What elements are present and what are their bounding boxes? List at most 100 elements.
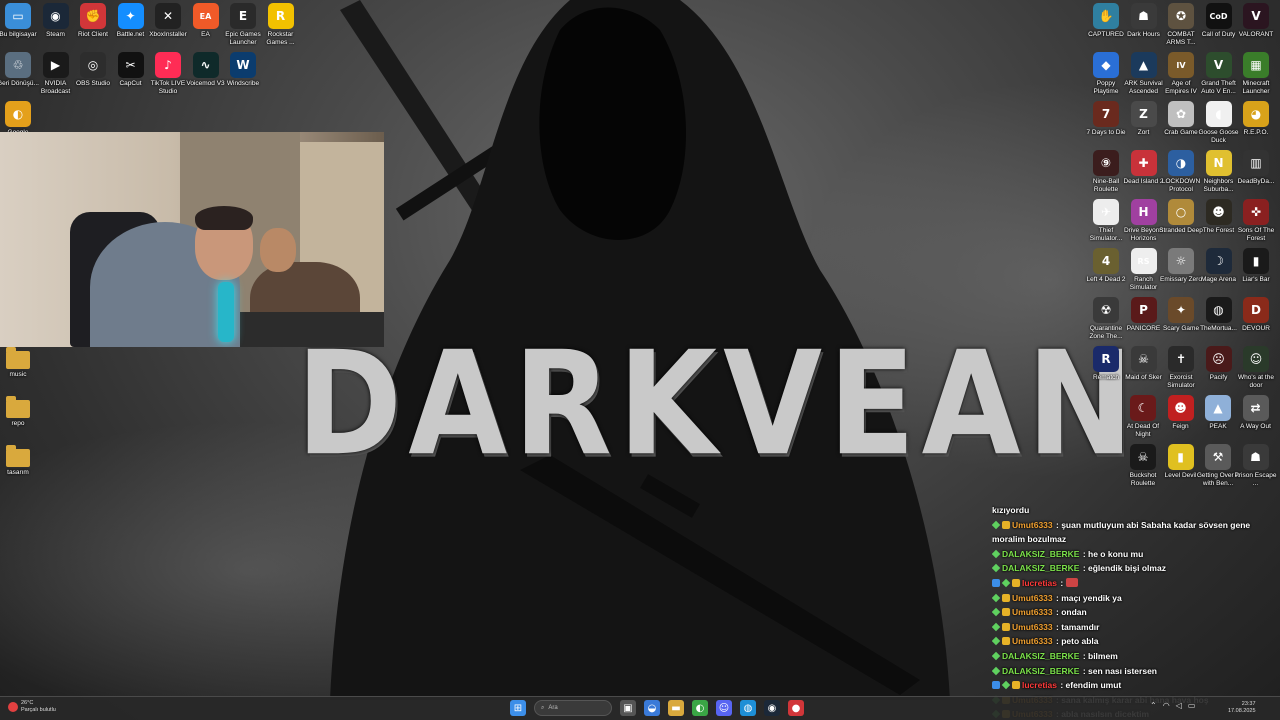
chat-text: kızıyordu: [992, 505, 1030, 515]
webcam-overlay: [0, 132, 384, 347]
desktop-shortcut-windscribe[interactable]: W Windscribe: [221, 52, 265, 88]
chat-username[interactable]: DALAKSIZ_BERKE: [1002, 549, 1079, 559]
webcam-microphone: [218, 282, 234, 342]
peak-icon: ▲: [1205, 395, 1231, 421]
shortcut-label: tasarım: [7, 469, 29, 476]
rockstar-icon: R: [267, 3, 294, 29]
chat-badge-green-icon: [992, 637, 1001, 646]
desktop-shortcut-valorant[interactable]: V VALORANT: [1234, 3, 1278, 39]
desktop-shortcut-folder[interactable]: music: [0, 347, 40, 379]
chat-message: kızıyordu: [992, 503, 1280, 518]
shortcut-label: Windscribe: [226, 80, 260, 87]
stranded-icon: ○: [1168, 199, 1194, 225]
chat-message: lucretias : efendim umut: [992, 678, 1280, 693]
widgets-button[interactable]: ◒: [644, 700, 660, 716]
chat-username[interactable]: lucretias: [1022, 578, 1057, 588]
whos-door-icon: ☺: [1243, 346, 1269, 372]
shortcut-label: VALORANT: [1238, 31, 1274, 38]
desktop-shortcut-way-out[interactable]: ⇄ A Way Out: [1234, 395, 1278, 431]
desktop-shortcut-prison-escape[interactable]: ☗ Prison Escape ...: [1234, 444, 1278, 487]
chat-badge-gold-icon: [1012, 681, 1020, 690]
chat-message: Umut6333 : şuan mutluyum abi Sabaha kada…: [992, 518, 1280, 547]
chat-username[interactable]: Umut6333: [1012, 622, 1053, 632]
taskbar-clock[interactable]: 23:37 17.08.2025: [1228, 701, 1256, 715]
monitor-icon: ▭: [5, 3, 31, 29]
chat-badge-gold-icon: [1002, 637, 1010, 646]
steam-button[interactable]: ◉: [764, 700, 780, 716]
weather-desc: Parçalı bulutlu: [21, 707, 56, 713]
desktop-shortcut-rockstar[interactable]: R Rockstar Games ...: [259, 3, 303, 46]
riot-icon: ✊: [80, 3, 106, 29]
chat-username[interactable]: Umut6333: [1012, 520, 1053, 530]
edge-button[interactable]: ◍: [740, 700, 756, 716]
shortcut-label: R.E.P.O.: [1243, 129, 1269, 136]
shortcut-label: A Way Out: [1240, 423, 1271, 430]
chat-username[interactable]: Umut6333: [1012, 636, 1053, 646]
desktop-shortcut-folder[interactable]: tasarım: [0, 445, 40, 477]
tiktok-icon: ♪: [155, 52, 181, 78]
zort-icon: Z: [1130, 101, 1157, 127]
chat-username[interactable]: Umut6333: [1012, 607, 1053, 617]
chat-badge-green-icon: [992, 593, 1001, 602]
wifi-icon[interactable]: ◠: [1163, 701, 1170, 710]
shortcut-label: DEVOUR: [1242, 325, 1270, 332]
chat-message: DALAKSIZ_BERKE : he o konu mu: [992, 547, 1280, 562]
chat-text: : eğlendik bişi olmaz: [1080, 563, 1166, 574]
chat-emote-icon: [1066, 577, 1079, 587]
captured-icon: ✋: [1093, 3, 1119, 29]
devour-icon: D: [1243, 297, 1269, 323]
xbox-icon: ✕: [155, 3, 181, 29]
voicemod-icon: ∿: [192, 52, 219, 78]
chat-username[interactable]: DALAKSIZ_BERKE: [1002, 651, 1079, 661]
tray-chevron-icon[interactable]: ⌃: [1150, 701, 1157, 710]
desktop-shortcut-folder[interactable]: repo: [0, 396, 40, 428]
valorant-icon: V: [1243, 3, 1269, 29]
desktop-shortcut-sons-forest[interactable]: ✜ Sons Of The Forest: [1234, 199, 1278, 242]
start-button[interactable]: ⊞: [510, 700, 526, 716]
volume-icon[interactable]: ◁: [1176, 701, 1182, 710]
repo-game-icon: ◕: [1243, 101, 1269, 127]
desktop-shortcut-whos-door[interactable]: ☺ Who's at the door: [1234, 346, 1278, 389]
chrome-button[interactable]: ◐: [692, 700, 708, 716]
chat-badge-green-icon: [1001, 680, 1011, 690]
chat-username[interactable]: lucretias: [1022, 680, 1057, 690]
weather-widget[interactable]: 26°C Parçalı bulutlu: [8, 700, 56, 714]
pacify-icon: ☹: [1205, 346, 1232, 372]
chat-username[interactable]: Umut6333: [1012, 593, 1053, 603]
taskbar: 26°C Parçalı bulutlu ⊞ ⌕ Ara ▣ ◒ ▬ ◐ ☺ ◍ ◉ ● ⌃ ◠ ◁…: [0, 696, 1280, 720]
shortcut-label: repo: [11, 420, 25, 427]
battery-icon[interactable]: ▭: [1188, 701, 1196, 710]
file-explorer-button[interactable]: ▬: [668, 700, 684, 716]
chat-badge-green-icon: [992, 622, 1001, 631]
shortcut-label: Liar's Bar: [1242, 276, 1270, 283]
chat-username[interactable]: DALAKSIZ_BERKE: [1002, 666, 1079, 676]
chat-overlay: kızıyordu Umut6333 : şuan mutluyum abi Sa…: [992, 503, 1280, 720]
desktop-shortcut-devour[interactable]: D DEVOUR: [1234, 297, 1278, 333]
system-tray: ⌃ ◠ ◁ ▭: [1150, 701, 1195, 710]
ea-icon: EA: [192, 3, 219, 29]
discord-button[interactable]: ☺: [716, 700, 732, 716]
record-button[interactable]: ●: [788, 700, 804, 716]
level-devil-icon: ▮: [1167, 444, 1194, 470]
taskbar-search[interactable]: ⌕ Ara: [534, 700, 612, 716]
folder-icon: [6, 396, 30, 418]
7days-icon: 7: [1093, 101, 1119, 127]
chat-message: Umut6333 : tamamdır: [992, 620, 1280, 635]
folder-icon: [6, 347, 30, 369]
chat-text: : he o konu mu: [1080, 548, 1144, 559]
mortuary-icon: ◍: [1205, 297, 1232, 323]
chat-username[interactable]: DALAKSIZ_BERKE: [1002, 563, 1079, 573]
rematch-icon: R: [1093, 346, 1119, 372]
desktop-shortcut-repo-game[interactable]: ◕ R.E.P.O.: [1234, 101, 1278, 137]
chat-badge-green-icon: [992, 651, 1001, 661]
desktop-shortcut-minecraft[interactable]: ▦ Minecraft Launcher: [1234, 52, 1278, 95]
windscribe-icon: W: [230, 52, 256, 78]
chat-badge-blue-icon: [992, 681, 1000, 690]
nvidia-icon: ▶: [42, 52, 69, 78]
desktop-shortcut-dbd[interactable]: ▥ DeadByDa...: [1234, 150, 1278, 186]
liars-bar-icon: ▮: [1243, 248, 1269, 274]
chat-text: : maçı yendik ya: [1053, 592, 1122, 603]
desktop-shortcut-liars-bar[interactable]: ▮ Liar's Bar: [1234, 248, 1278, 284]
webcam-streamer-hair: [195, 206, 253, 230]
taskview-button[interactable]: ▣: [620, 700, 636, 716]
